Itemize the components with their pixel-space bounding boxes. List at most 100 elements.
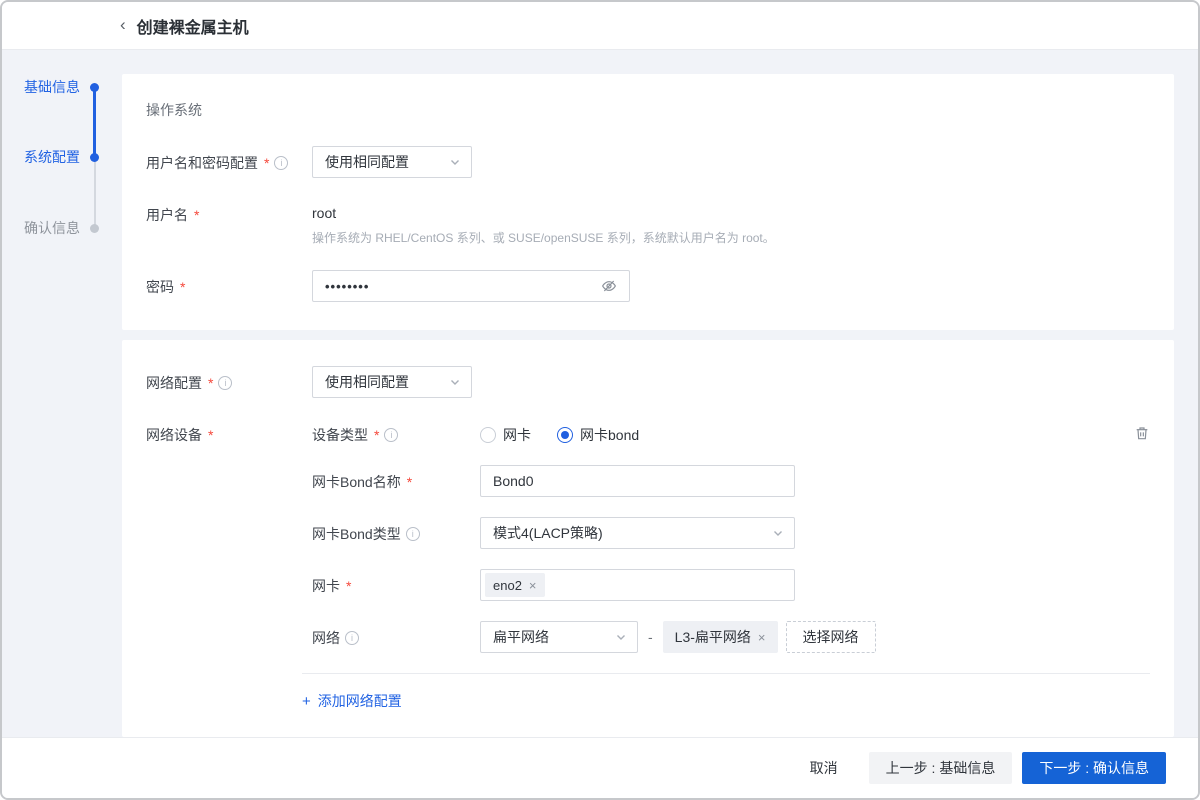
step-basic-info[interactable]: 基础信息	[24, 79, 99, 95]
credential-config-row: 用户名和密码配置 * i 使用相同配置	[146, 146, 1150, 178]
info-icon[interactable]: i	[274, 156, 289, 170]
required-mark: *	[194, 207, 200, 223]
step-dot-icon	[90, 223, 99, 233]
step-label: 确认信息	[24, 220, 80, 236]
network-config-select[interactable]: 使用相同配置	[312, 366, 472, 398]
label-text: 网络	[312, 630, 340, 646]
network-row: 网络 i 扁平网络 - L3-扁平网络 × 选择网络	[312, 621, 1150, 653]
label-text: 网络配置	[146, 375, 202, 391]
close-icon[interactable]: ×	[758, 631, 766, 644]
network-config-label: 网络配置 * i	[146, 366, 312, 393]
step-label: 系统配置	[24, 149, 80, 165]
close-icon[interactable]: ×	[529, 579, 537, 592]
page-content: 基础信息 系统配置 确认信息 操作系统 用户名和密码配置 * i 使用相同配置 …	[2, 50, 1198, 737]
password-field[interactable]: ••••••••	[312, 270, 630, 302]
radio-label: 网卡bond	[580, 427, 640, 443]
os-section-title: 操作系统	[146, 102, 202, 118]
info-icon[interactable]: i	[218, 376, 233, 390]
prev-step-button[interactable]: 上一步 : 基础信息	[868, 752, 1013, 784]
required-mark: *	[264, 155, 270, 171]
bond-name-row: 网卡Bond名称 * Bond0	[312, 465, 1150, 497]
section-divider	[302, 673, 1150, 674]
app-window: ‹ 创建裸金属主机 基础信息 系统配置 确认信息 操作系统 用户名和密码配置 *…	[0, 0, 1200, 800]
input-value: Bond0	[493, 473, 534, 489]
page-title: 创建裸金属主机	[136, 19, 249, 37]
select-value: 模式4(LACP策略)	[493, 525, 603, 541]
chevron-down-icon	[451, 160, 459, 165]
label-text: 网卡Bond名称	[312, 474, 401, 490]
network-card: 网络配置 * i 使用相同配置 网络设备 * 设备类型 * i 网卡 网卡bon…	[122, 340, 1174, 737]
credential-config-label: 用户名和密码配置 * i	[146, 146, 312, 173]
username-value: root	[312, 205, 337, 221]
form-main: 操作系统 用户名和密码配置 * i 使用相同配置 用户名 * root 操作系统…	[122, 50, 1198, 737]
bond-name-input[interactable]: Bond0	[480, 465, 795, 497]
required-mark: *	[346, 578, 352, 594]
device-type-row: 设备类型 * i 网卡 网卡bond	[312, 418, 1150, 445]
label-text: 设备类型	[312, 427, 368, 443]
info-icon[interactable]: i	[345, 631, 359, 645]
network-type-select[interactable]: 扁平网络	[480, 621, 638, 653]
footer-bar: 取消 上一步 : 基础信息 下一步 : 确认信息	[2, 737, 1198, 798]
radio-checked-icon	[557, 427, 573, 443]
select-value: 使用相同配置	[325, 154, 409, 170]
nic-row: 网卡 * eno2 ×	[312, 569, 1150, 601]
label-text: 用户名	[146, 207, 188, 223]
info-icon[interactable]: i	[384, 428, 399, 442]
network-controls: 扁平网络 - L3-扁平网络 × 选择网络	[480, 621, 876, 653]
eye-invisible-icon[interactable]	[601, 278, 617, 294]
password-row: 密码 * ••••••••	[146, 270, 1150, 302]
label-text: 密码	[146, 279, 174, 295]
device-type-label: 设备类型 * i	[312, 418, 480, 445]
radio-nic-bond[interactable]: 网卡bond	[557, 425, 639, 445]
step-confirm-info[interactable]: 确认信息	[24, 220, 99, 236]
tag-text: L3-扁平网络	[674, 629, 751, 645]
add-link-label: 添加网络配置	[317, 693, 402, 709]
username-label: 用户名 *	[146, 198, 312, 225]
credential-config-select[interactable]: 使用相同配置	[312, 146, 472, 178]
select-value: 扁平网络	[493, 629, 549, 645]
nic-tag-input[interactable]: eno2 ×	[480, 569, 795, 601]
network-label: 网络 i	[312, 621, 480, 648]
required-mark: *	[406, 474, 413, 490]
trash-icon[interactable]	[1134, 418, 1150, 444]
add-network-config-link[interactable]: + 添加网络配置	[302, 691, 402, 711]
step-system-config[interactable]: 系统配置	[24, 149, 99, 165]
device-config-block: 设备类型 * i 网卡 网卡bond 网卡Bond名称 * Bond0 网卡Bo…	[312, 418, 1150, 653]
bond-type-row: 网卡Bond类型 i 模式4(LACP策略)	[312, 517, 1150, 549]
password-label: 密码 *	[146, 270, 312, 297]
radio-label: 网卡	[503, 427, 531, 443]
step-connector-done	[93, 87, 96, 157]
page-header: ‹ 创建裸金属主机	[2, 2, 1198, 50]
label-text: 网络设备	[146, 427, 202, 443]
nic-tag: eno2 ×	[485, 573, 545, 597]
password-masked-value: ••••••••	[325, 278, 370, 294]
radio-unchecked-icon	[480, 427, 496, 443]
os-card: 操作系统 用户名和密码配置 * i 使用相同配置 用户名 * root 操作系统…	[122, 74, 1174, 330]
network-device-label: 网络设备 *	[146, 418, 312, 445]
select-network-button[interactable]: 选择网络	[785, 621, 876, 653]
dash-separator: -	[648, 629, 653, 645]
tag-text: eno2	[493, 577, 522, 593]
back-icon[interactable]: ‹	[120, 16, 126, 35]
username-value-block: root 操作系统为 RHEL/CentOS 系列、或 SUSE/openSUS…	[312, 198, 775, 246]
cancel-button[interactable]: 取消	[800, 752, 848, 784]
next-step-button[interactable]: 下一步 : 确认信息	[1022, 752, 1166, 784]
username-hint: 操作系统为 RHEL/CentOS 系列、或 SUSE/openSUSE 系列，…	[312, 231, 775, 245]
network-device-row: 网络设备 * 设备类型 * i 网卡 网卡bond 网卡Bond名称 * Bon…	[146, 418, 1150, 653]
username-row: 用户名 * root 操作系统为 RHEL/CentOS 系列、或 SUSE/op…	[146, 198, 1150, 246]
label-text: 网卡Bond类型	[312, 526, 401, 542]
network-config-row: 网络配置 * i 使用相同配置	[146, 366, 1150, 398]
device-type-radio-group: 网卡 网卡bond	[480, 418, 639, 445]
chevron-down-icon	[451, 380, 459, 385]
network-tag: L3-扁平网络 ×	[662, 621, 778, 653]
radio-nic[interactable]: 网卡	[480, 425, 531, 445]
steps-sidebar: 基础信息 系统配置 确认信息	[2, 50, 122, 737]
label-text: 用户名和密码配置	[146, 155, 258, 171]
bond-type-select[interactable]: 模式4(LACP策略)	[480, 517, 795, 549]
bond-name-label: 网卡Bond名称 *	[312, 465, 480, 492]
chevron-down-icon	[774, 531, 782, 536]
plus-icon: +	[302, 692, 311, 710]
label-text: 网卡	[312, 578, 340, 594]
step-dot-icon	[90, 82, 99, 92]
info-icon[interactable]: i	[405, 527, 420, 541]
